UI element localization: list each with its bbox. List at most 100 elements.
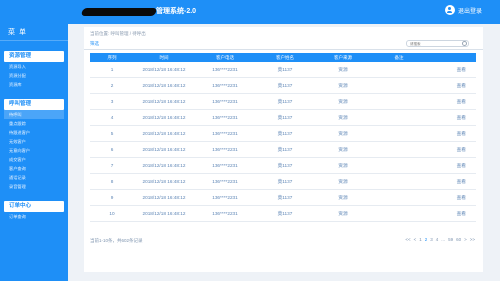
sidebar-item[interactable]: 待呼叫 <box>4 110 64 119</box>
pager-page[interactable]: 59 <box>448 237 453 242</box>
column-header: 客户电话 <box>194 53 256 62</box>
view-link[interactable]: 查看 <box>426 189 476 206</box>
table-cell <box>372 173 426 190</box>
table-cell <box>372 189 426 206</box>
view-link[interactable]: 查看 <box>426 77 476 94</box>
table-cell <box>372 93 426 110</box>
view-link[interactable]: 查看 <box>426 93 476 110</box>
table-cell: 136****2231 <box>194 62 256 78</box>
search-icon[interactable] <box>462 41 467 46</box>
table-cell: 莫1137 <box>256 77 314 94</box>
pager-first[interactable]: << <box>405 237 410 242</box>
sidebar-item[interactable]: 客户查询 <box>4 164 64 173</box>
sidebar-item[interactable]: 资源库 <box>4 80 64 89</box>
top-bar: 管理系统-2.0 退出登录 <box>0 0 500 24</box>
table-cell: 8 <box>90 173 134 190</box>
sidebar-group: 呼叫管理 待呼叫 重点跟踪 待跟进客户 无效客户 无意向客户 成交客户 客户查询 通话记录 录音管… <box>4 99 64 191</box>
table-cell: 资源 <box>314 189 372 206</box>
table-cell: 2018/12/18 16:48:12 <box>134 62 194 78</box>
redacted-brand <box>80 8 158 16</box>
view-link[interactable]: 查看 <box>426 141 476 158</box>
breadcrumb: 当前位置: 呼叫管理 / 待呼出 <box>90 31 146 36</box>
view-link[interactable]: 查看 <box>426 205 476 222</box>
table-cell: 2018/12/18 16:48:12 <box>134 141 194 158</box>
logout-button[interactable]: 退出登录 <box>444 5 482 15</box>
table-row: 5 2018/12/18 16:48:12 136****2231 莫1137 资源 查看 <box>90 125 476 142</box>
table-row: 6 2018/12/18 16:48:12 136****2231 莫1137 资源 查看 <box>90 141 476 158</box>
table-row: 3 2018/12/18 16:48:12 136****2231 莫1137 资源 查看 <box>90 93 476 110</box>
table-cell: 2018/12/18 16:48:12 <box>134 157 194 174</box>
user-icon <box>444 5 455 15</box>
table-cell: 6 <box>90 141 134 158</box>
table-cell: 136****2231 <box>194 205 256 222</box>
table-cell: 莫1137 <box>256 189 314 206</box>
view-link[interactable]: 查看 <box>426 125 476 142</box>
column-header <box>426 53 476 62</box>
app-title: 管理系统-2.0 <box>156 8 197 15</box>
sidebar-item[interactable]: 资源分配 <box>4 71 64 80</box>
record-count: 当前1-10条，共602条记录 <box>90 238 143 243</box>
table-cell: 资源 <box>314 205 372 222</box>
table-cell: 莫1137 <box>256 157 314 174</box>
sidebar-item[interactable]: 待跟进客户 <box>4 128 64 137</box>
table-cell: 136****2231 <box>194 77 256 94</box>
sidebar-item[interactable]: 无意向客户 <box>4 146 64 155</box>
table-cell: 3 <box>90 93 134 110</box>
table-cell <box>372 77 426 94</box>
table-cell: 5 <box>90 125 134 142</box>
pager-page[interactable]: 2 <box>425 237 428 242</box>
pager-prev[interactable]: < <box>414 237 417 242</box>
table-cell: 136****2231 <box>194 189 256 206</box>
table-cell: 136****2231 <box>194 157 256 174</box>
pager-last[interactable]: >> <box>470 237 475 242</box>
table-cell: 1 <box>90 62 134 78</box>
pager-page[interactable]: 3 <box>430 237 433 242</box>
table-cell: 莫1137 <box>256 93 314 110</box>
pager-next[interactable]: > <box>464 237 467 242</box>
sidebar-item[interactable]: 重点跟踪 <box>4 119 64 128</box>
table-cell: 7 <box>90 157 134 174</box>
table-cell: 资源 <box>314 173 372 190</box>
table-cell: 资源 <box>314 125 372 142</box>
sidebar-item[interactable]: 订单查询 <box>4 212 64 221</box>
table-cell <box>372 125 426 142</box>
sidebar-group-title[interactable]: 资源管理 <box>4 51 64 62</box>
tab-filter[interactable]: 筛选 <box>90 41 99 47</box>
table-cell: 2 <box>90 77 134 94</box>
table-row: 8 2018/12/18 16:48:12 136****2231 莫1137 资源 查看 <box>90 173 476 190</box>
search-input[interactable] <box>406 40 469 47</box>
sidebar-group: 订单中心 订单查询 <box>4 201 64 221</box>
table-row: 4 2018/12/18 16:48:12 136****2231 莫1137 资源 查看 <box>90 109 476 126</box>
sidebar-item[interactable]: 资源导入 <box>4 62 64 71</box>
table-cell: 136****2231 <box>194 125 256 142</box>
view-link[interactable]: 查看 <box>426 173 476 190</box>
table-cell: 资源 <box>314 109 372 126</box>
sidebar-group-title[interactable]: 呼叫管理 <box>4 99 64 110</box>
table-cell: 资源 <box>314 77 372 94</box>
sidebar-item[interactable]: 通话记录 <box>4 173 64 182</box>
table-cell <box>372 62 426 78</box>
table-cell: 2018/12/18 16:48:12 <box>134 125 194 142</box>
table-row: 10 2018/12/18 16:48:12 136****2231 莫1137 资源 查… <box>90 205 476 222</box>
table-cell <box>372 157 426 174</box>
pager-page[interactable]: 4 <box>436 237 439 242</box>
table-cell: 136****2231 <box>194 93 256 110</box>
pager-page[interactable]: 1 <box>419 237 422 242</box>
sidebar-group-title[interactable]: 订单中心 <box>4 201 64 212</box>
table-cell: 莫1137 <box>256 173 314 190</box>
view-link[interactable]: 查看 <box>426 62 476 78</box>
view-link[interactable]: 查看 <box>426 157 476 174</box>
call-table: 序列 时间 客户电话 客户姓名 客户来源 备注 1 2018/12/18 16:48:12 1… <box>90 53 476 222</box>
table-cell <box>372 141 426 158</box>
sidebar-item[interactable]: 无效客户 <box>4 137 64 146</box>
view-link[interactable]: 查看 <box>426 109 476 126</box>
table-cell: 9 <box>90 189 134 206</box>
table-cell: 莫1137 <box>256 109 314 126</box>
table-cell: 2018/12/18 16:48:12 <box>134 173 194 190</box>
table-cell: 莫1137 <box>256 141 314 158</box>
sidebar-item[interactable]: 成交客户 <box>4 155 64 164</box>
table-cell: 136****2231 <box>194 109 256 126</box>
table-cell: 资源 <box>314 62 372 78</box>
sidebar-item[interactable]: 录音管理 <box>4 182 64 191</box>
pager-page[interactable]: 60 <box>456 237 461 242</box>
